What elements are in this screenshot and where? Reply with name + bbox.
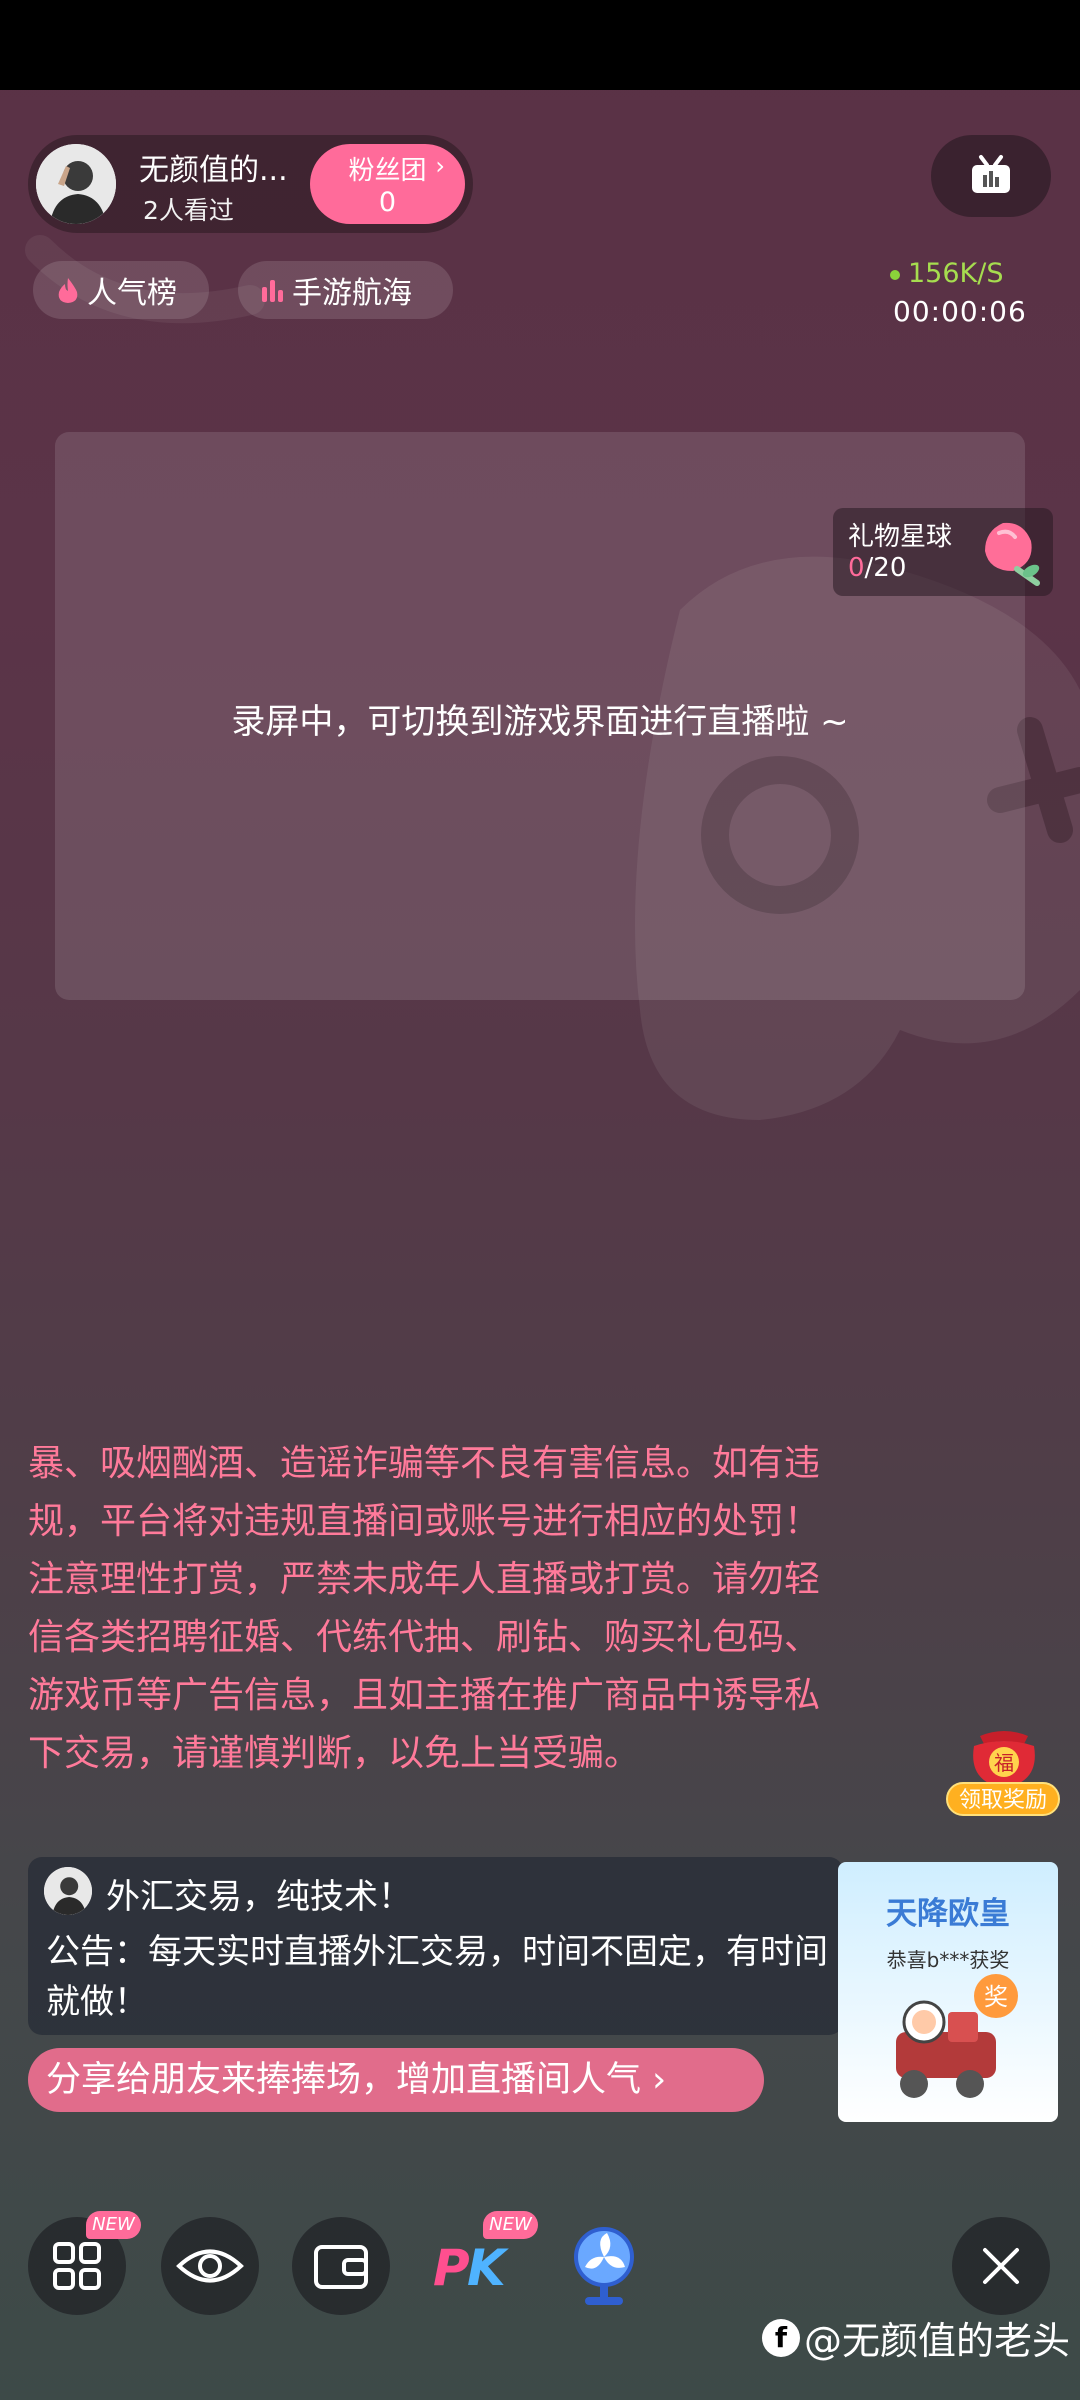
screen-mode-button[interactable] bbox=[931, 135, 1051, 217]
new-badge: NEW bbox=[86, 2211, 141, 2239]
promo-badge: 奖 bbox=[984, 1983, 1008, 2011]
flame-icon bbox=[58, 278, 78, 303]
eye-icon bbox=[176, 2249, 244, 2283]
fan-button[interactable] bbox=[555, 2217, 653, 2315]
announcement-title: 外汇交易，纯技术！ bbox=[106, 1877, 412, 1917]
lucky-bag-char: 福 bbox=[994, 1751, 1014, 1775]
streamer-avatar[interactable] bbox=[36, 144, 116, 224]
fan-club-count: 0 bbox=[378, 187, 397, 218]
tag-label: 手游航海 bbox=[292, 276, 412, 311]
lucky-winner-promo[interactable]: 天降欧皇 恭喜b***获奖 奖 bbox=[838, 1862, 1058, 2122]
svg-text:K: K bbox=[467, 2239, 509, 2297]
streamer-name: 无颜值的... bbox=[139, 153, 288, 188]
watermark: f @无颜值的老头 bbox=[762, 2310, 1070, 2365]
pk-button[interactable]: P K NEW bbox=[425, 2211, 538, 2315]
status-bar bbox=[0, 0, 1080, 90]
view-mode-button[interactable] bbox=[161, 2217, 259, 2315]
fan-club-button[interactable]: 粉丝团 0 › bbox=[310, 144, 465, 224]
announcement-body: 公告：每天实时直播外汇交易，时间不固定，有时间就做！ bbox=[46, 1932, 828, 2022]
tag-popularity-rank[interactable]: 人气榜 bbox=[33, 261, 209, 319]
recording-message: 录屏中，可切换到游戏界面进行直播啦 ~ bbox=[231, 702, 849, 742]
live-timer: 00:00:06 bbox=[893, 295, 1027, 328]
gift-planet-title: 礼物星球 bbox=[848, 522, 953, 552]
new-badge: NEW bbox=[483, 2211, 538, 2239]
train-character-icon: 奖 bbox=[896, 1974, 1018, 2098]
close-icon bbox=[983, 2248, 1019, 2284]
streamer-card[interactable]: 无颜值的... 2人看过 粉丝团 0 › bbox=[28, 135, 473, 233]
electric-fan-icon bbox=[574, 2227, 634, 2305]
promo-title: 天降欧皇 bbox=[886, 1896, 1010, 1932]
close-button[interactable] bbox=[952, 2217, 1050, 2315]
promo-subtitle: 恭喜b***获奖 bbox=[886, 1948, 1010, 1972]
wallet-icon bbox=[314, 2245, 368, 2289]
gift-planet-widget[interactable]: 礼物星球 0/20 bbox=[833, 508, 1053, 596]
watermark-text: @无颜值的老头 bbox=[804, 2319, 1071, 2363]
platform-logo-icon: f bbox=[762, 2318, 800, 2357]
chat-avatar bbox=[44, 1867, 92, 1915]
peach-gift-icon bbox=[985, 522, 1040, 586]
more-apps-button[interactable]: NEW bbox=[28, 2211, 141, 2315]
announcement-card: 外汇交易，纯技术！ 公告：每天实时直播外汇交易，时间不固定，有时间就做！ bbox=[28, 1857, 843, 2035]
lucky-bag-icon: 福 bbox=[973, 1731, 1035, 1788]
gift-planet-progress: 0/20 bbox=[848, 553, 907, 583]
network-speed: 156K/S bbox=[890, 258, 1003, 289]
wallet-button[interactable] bbox=[292, 2217, 390, 2315]
claim-reward-button[interactable]: 福 领取奖励 bbox=[946, 1722, 1060, 1822]
tag-label: 人气榜 bbox=[87, 276, 177, 311]
tag-mobile-game-voyage[interactable]: 手游航海 bbox=[238, 261, 453, 319]
chevron-right-icon: › bbox=[435, 152, 445, 180]
svg-text:P: P bbox=[433, 2239, 470, 2297]
claim-reward-label: 领取奖励 bbox=[946, 1782, 1060, 1816]
bars-icon bbox=[262, 280, 283, 302]
safety-notice: 暴、吸烟酗酒、造谣诈骗等不良有害信息。如有违规，平台将对违规直播间或账号进行相应… bbox=[28, 1443, 821, 1774]
status-dot-icon bbox=[890, 269, 900, 280]
tv-icon bbox=[972, 155, 1010, 193]
view-count: 2人看过 bbox=[143, 196, 234, 225]
share-button[interactable]: 分享给朋友来捧捧场，增加直播间人气 › bbox=[28, 2048, 764, 2112]
